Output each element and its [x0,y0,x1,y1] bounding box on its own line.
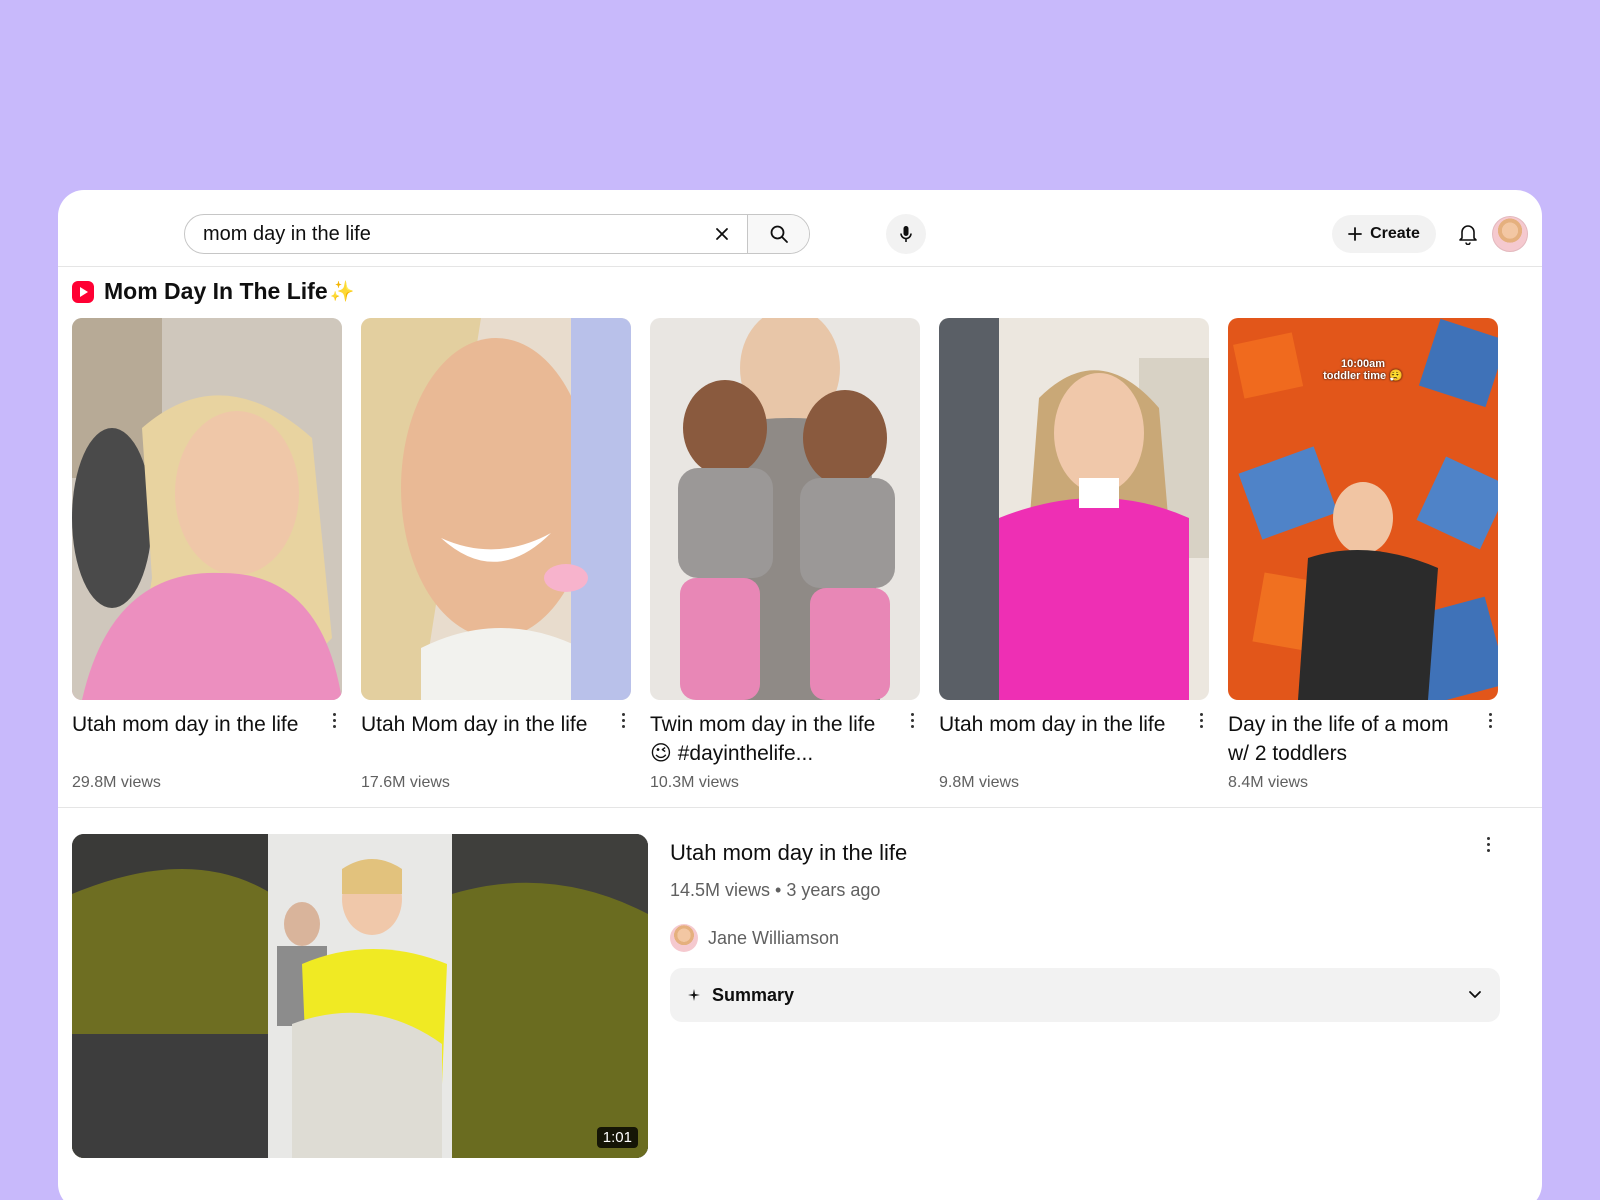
short-item[interactable]: Utah mom day in the life 9.8M views [939,318,1209,791]
channel-avatar[interactable] [670,924,698,952]
search-box [184,214,810,254]
short-title[interactable]: Utah mom day in the life [72,710,316,739]
thumbnail-image [72,318,342,700]
thumbnail-image [939,318,1209,700]
more-options-button[interactable] [1482,710,1498,734]
short-item[interactable]: Utah Mom day in the life 17.6M views [361,318,631,791]
shorts-section-header: Mom Day In The Life ✨ [72,278,355,305]
bell-icon [1459,225,1477,245]
thumbnail-image [361,318,631,700]
plus-icon [1348,227,1362,241]
thumbnail-image [650,318,920,700]
short-views: 10.3M views [650,774,739,791]
video-thumbnail[interactable]: 1:01 [72,834,648,1158]
short-views: 8.4M views [1228,774,1309,791]
channel-link[interactable]: Jane Williamson [670,924,839,952]
microphone-icon [900,226,912,242]
search-input[interactable] [185,215,697,253]
short-thumbnail[interactable] [939,318,1209,700]
search-button[interactable] [747,215,809,253]
video-more-options-button[interactable] [1480,834,1496,858]
short-views: 9.8M views [939,774,1020,791]
clear-search-button[interactable] [697,215,747,253]
more-options-button[interactable] [1193,710,1209,734]
create-button-label: Create [1370,225,1420,242]
short-thumbnail[interactable] [72,318,342,700]
shorts-row: Utah mom day in the life 29.8M views Uta… [72,318,1528,808]
short-views: 17.6M views [361,774,450,791]
thumbnail-caption: 10:00am toddler time 😮‍💨 [1323,358,1403,382]
sparkle-emoji: ✨ [329,281,355,303]
short-title[interactable]: Utah mom day in the life [939,710,1183,739]
short-title[interactable]: Day in the life of a mom w/ 2 toddlers [1228,710,1472,768]
section-divider [58,807,1542,808]
close-icon [716,228,728,240]
more-options-button[interactable] [904,710,920,734]
short-views: 29.8M views [72,774,161,791]
browser-window: Create Mom Day In The Life ✨ Utah mo [58,190,1542,1200]
short-title[interactable]: Twin mom day in the life 😉 #dayinthelife… [650,710,894,768]
channel-name[interactable]: Jane Williamson [708,928,839,949]
more-options-button[interactable] [615,710,631,734]
voice-search-button[interactable] [886,214,926,254]
short-item[interactable]: Twin mom day in the life 😉 #dayinthelife… [650,318,920,791]
shorts-logo-icon [72,280,94,303]
summary-expander[interactable]: Summary [670,968,1500,1022]
search-icon [770,225,788,243]
sparkle-icon [688,989,700,1001]
video-meta: 14.5M views • 3 years ago [670,880,881,900]
short-thumbnail[interactable] [650,318,920,700]
short-item[interactable]: 10:00am toddler time 😮‍💨 Day in the life… [1228,318,1498,791]
more-options-button[interactable] [326,710,342,734]
notifications-button[interactable] [1450,216,1486,252]
shorts-section-title: Mom Day In The Life [104,278,328,304]
account-avatar[interactable] [1492,216,1528,252]
summary-label: Summary [712,984,795,1005]
short-thumbnail[interactable]: 10:00am toddler time 😮‍💨 [1228,318,1498,700]
video-duration: 1:01 [596,1127,638,1148]
short-item[interactable]: Utah mom day in the life 29.8M views [72,318,342,791]
thumbnail-image [72,834,648,1158]
video-title[interactable]: Utah mom day in the life [670,840,907,866]
top-bar: Create [58,190,1542,267]
short-title[interactable]: Utah Mom day in the life [361,710,605,739]
short-thumbnail[interactable] [361,318,631,700]
create-button[interactable]: Create [1332,215,1436,253]
chevron-down-icon [1469,991,1481,998]
